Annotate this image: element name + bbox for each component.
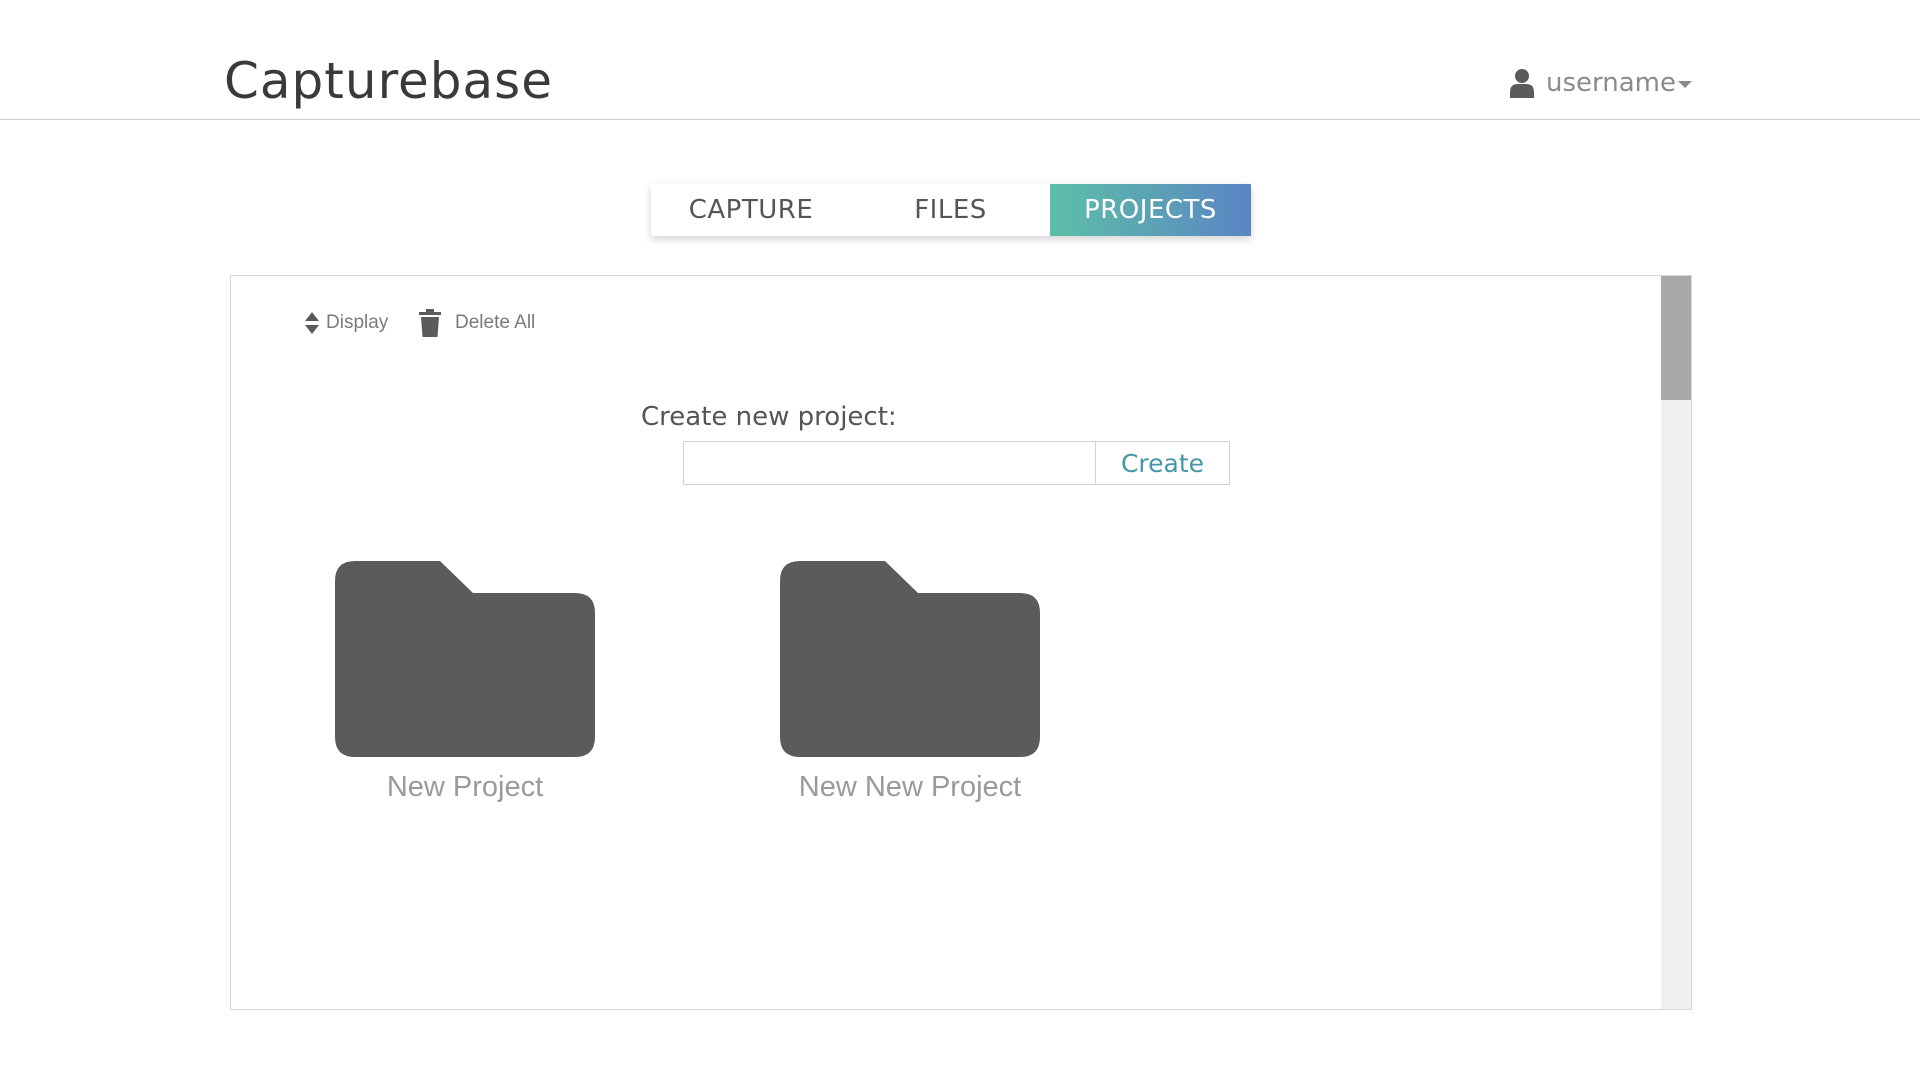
scrollbar-thumb[interactable] bbox=[1661, 276, 1691, 400]
main-tabs: CAPTURE FILES PROJECTS bbox=[651, 184, 1251, 236]
sort-icon bbox=[305, 312, 319, 334]
delete-all-label: Delete All bbox=[455, 312, 536, 333]
delete-all-button[interactable]: Delete All bbox=[419, 309, 535, 337]
user-menu[interactable]: username bbox=[1510, 68, 1692, 98]
folder-icon bbox=[780, 561, 1040, 757]
tab-projects[interactable]: PROJECTS bbox=[1050, 184, 1251, 236]
user-icon bbox=[1510, 69, 1534, 98]
trash-icon bbox=[419, 309, 441, 337]
projects-panel: Display Delete All Create new project: C… bbox=[230, 275, 1692, 1010]
tab-files[interactable]: FILES bbox=[851, 184, 1050, 236]
tab-capture[interactable]: CAPTURE bbox=[651, 184, 851, 236]
caret-down-icon bbox=[1678, 80, 1692, 88]
folder-icon bbox=[335, 561, 595, 757]
create-button[interactable]: Create bbox=[1095, 441, 1230, 485]
username-label: username bbox=[1546, 68, 1676, 98]
project-item[interactable]: New Project bbox=[315, 561, 615, 804]
brand-logo[interactable]: Capturebase bbox=[224, 52, 553, 110]
top-bar: Capturebase username bbox=[0, 0, 1920, 120]
display-label: Display bbox=[326, 312, 389, 333]
project-name: New New Project bbox=[798, 771, 1022, 803]
project-name: New Project bbox=[386, 771, 544, 803]
project-item[interactable]: New New Project bbox=[760, 561, 1060, 804]
create-project-label: Create new project: bbox=[641, 402, 897, 432]
project-name-input[interactable] bbox=[683, 441, 1096, 485]
scrollbar[interactable] bbox=[1661, 276, 1691, 1009]
display-button[interactable]: Display bbox=[304, 311, 388, 335]
